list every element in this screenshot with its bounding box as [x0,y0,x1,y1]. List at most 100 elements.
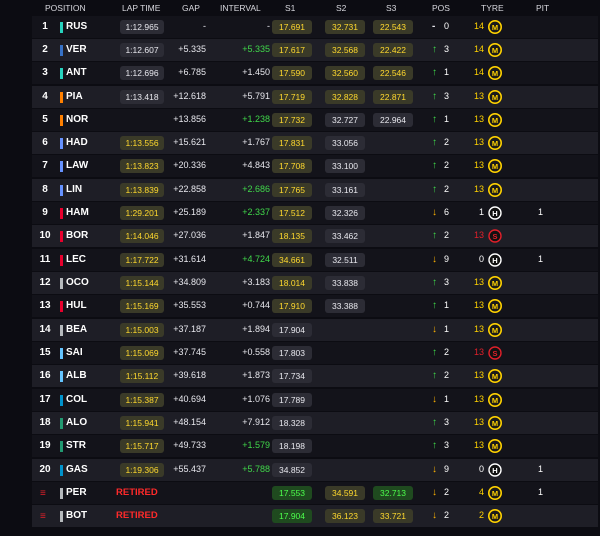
driver-code[interactable]: STR [66,440,86,451]
sector-s2: 32.727 [325,113,365,127]
team-color-bar [60,231,63,242]
position-change: 3 [444,44,450,54]
lap-time: 1:12.607 [120,43,164,57]
team-color-bar [60,208,63,219]
driver-code[interactable]: GAS [66,464,88,475]
team-color-bar [60,348,63,359]
header-gap[interactable]: GAP [182,3,200,13]
driver-code[interactable]: NOR [66,114,88,125]
table-row[interactable]: 7 LAW 1:13.823 +20.336 +4.843 17.708 33.100 ↑ 2 1… [32,155,598,177]
position-change: 2 [444,137,450,147]
table-row[interactable]: 12 OCO 1:15.144 +34.809 +3.183 18.014 33.838 ↑ 3… [32,272,598,294]
header-position[interactable]: POSITION [45,3,86,13]
header-s1[interactable]: S1 [285,3,295,13]
header-s3[interactable]: S3 [386,3,396,13]
driver-code[interactable]: SAI [66,347,83,358]
sector-s1: 17.789 [272,393,312,407]
position-number: 1 [42,21,48,32]
retired-menu-icon[interactable]: ≡ [40,488,46,499]
header-lap-time[interactable]: LAP TIME [122,3,160,13]
arrow-up-icon: ↑ [432,370,437,381]
driver-code[interactable]: RUS [66,21,87,32]
table-row[interactable]: ≡ PER RETIRED 17.553 34.591 32.713 ↓ 2 4 M 1 [32,482,598,504]
header-pos[interactable]: POS [432,3,450,13]
gap-value: +12.618 [173,91,206,101]
tyre-laps: 4 [478,487,484,497]
team-color-bar [60,325,63,336]
driver-code[interactable]: BOR [66,230,88,241]
header-pit[interactable]: PIT [536,3,549,13]
driver-code[interactable]: HAD [66,137,88,148]
table-row[interactable]: 16 ALB 1:15.112 +39.618 +1.873 17.734 ↑ 2 13 M [32,365,598,387]
table-row[interactable]: 15 SAI 1:15.069 +37.745 +0.558 17.803 ↑ 2 13 S [32,342,598,364]
driver-code[interactable]: ALO [66,417,87,428]
tyre-laps: 13 [473,347,484,357]
sector-s1: 17.512 [272,206,312,220]
table-row[interactable]: 13 HUL 1:15.169 +35.553 +0.744 17.910 33.388 ↑ 1… [32,295,598,317]
gap-value: +37.745 [173,347,206,357]
table-row[interactable]: 2 VER 1:12.607 +5.335 +5.335 17.617 32.568 22.4… [32,39,598,61]
svg-text:M: M [492,69,498,78]
medium-tyre-icon: M [488,486,502,500]
driver-code[interactable]: ANT [66,67,87,78]
position-number: 8 [42,184,48,195]
driver-code[interactable]: HAM [66,207,89,218]
table-row[interactable]: 20 GAS 1:19.306 +55.437 +5.788 34.852 ↓ 9 0 H 1 [32,459,598,481]
table-row[interactable]: 8 LIN 1:13.839 +22.858 +2.686 17.765 33.161 ↑ 2 1… [32,179,598,201]
position-change: 9 [444,254,450,264]
table-row[interactable]: 1 RUS 1:12.965- -17.691 32.731 22.543-0 14 M [32,16,598,38]
medium-tyre-icon: M [488,183,502,197]
tyre-laps: 14 [473,21,484,31]
table-header: POSITION LAP TIME GAP INTERVAL S1 S2 S3 … [0,0,600,15]
table-row[interactable]: 19 STR 1:15.717 +49.733 +1.579 18.198 ↑ 3 13 M [32,435,598,457]
interval-value: +1.579 [242,440,270,450]
driver-code[interactable]: COL [66,394,87,405]
driver-code[interactable]: LEC [66,254,86,265]
medium-tyre-icon: M [488,20,502,34]
table-row[interactable]: 18 ALO 1:15.941 +48.154 +7.912 18.328 ↑ 3 13 M [32,412,598,434]
table-row[interactable]: 4 PIA 1:13.418 +12.618 +5.791 17.719 32.828 22.… [32,86,598,108]
position-change: 2 [444,487,450,497]
gap-value: +48.154 [173,417,206,427]
table-row[interactable]: 14 BEA 1:15.003 +37.187 +1.894 17.904 ↓ 1 13 M [32,319,598,341]
driver-code[interactable]: BEA [66,324,87,335]
tyre-laps: 13 [473,417,484,427]
sector-s3: 22.546 [373,66,413,80]
tyre-laps: 0 [478,254,484,264]
position-number: 7 [42,160,48,171]
table-row[interactable]: 3 ANT 1:12.696 +6.785 +1.450 17.590 32.560 22.5… [32,62,598,84]
team-color-bar [60,68,63,79]
interval-value: +1.238 [242,114,270,124]
table-row[interactable]: 9 HAM 1:29.201 +25.189 +2.337 17.512 32.326 ↓ 6 1… [32,202,598,224]
position-number: 13 [39,300,51,311]
position-change: 2 [444,160,450,170]
table-row[interactable]: 5 NOR +13.856 +1.238 17.732 32.727 22.964 ↑ 1 13 M [32,109,598,131]
table-row[interactable]: 10 BOR 1:14.046 +27.036 +1.847 18.135 33.462 ↑ 2… [32,225,598,247]
driver-code[interactable]: PER [66,487,87,498]
arrow-up-icon: ↑ [432,91,437,102]
header-interval[interactable]: INTERVAL [220,3,261,13]
lap-time: 1:15.717 [120,439,164,453]
driver-code[interactable]: ALB [66,370,87,381]
tyre-laps: 13 [473,440,484,450]
driver-code[interactable]: PIA [66,91,83,102]
header-s2[interactable]: S2 [336,3,346,13]
driver-code[interactable]: VER [66,44,87,55]
driver-code[interactable]: LAW [66,160,88,171]
table-row[interactable]: 6 HAD 1:13.556 +15.621 +1.767 17.831 33.056 ↑ 2 1… [32,132,598,154]
table-row[interactable]: ≡ BOT RETIRED 17.904 36.123 33.721 ↓ 2 2 M [32,505,598,527]
arrow-up-icon: ↑ [432,114,437,125]
retired-menu-icon[interactable]: ≡ [40,511,46,522]
driver-code[interactable]: HUL [66,300,87,311]
position-number: 5 [42,114,48,125]
table-row[interactable]: 11 LEC 1:17.722 +31.614 +4.724 34.661 32.511 ↓ 9… [32,249,598,271]
driver-code[interactable]: OCO [66,277,89,288]
driver-code[interactable]: BOT [66,510,87,521]
svg-text:H: H [492,256,497,265]
sector-s2: 33.388 [325,299,365,313]
table-row[interactable]: 17 COL 1:15.387 +40.694 +1.076 17.789 ↓ 1 13 M [32,389,598,411]
driver-code[interactable]: LIN [66,184,82,195]
header-tyre[interactable]: TYRE [481,3,504,13]
svg-text:H: H [492,466,497,475]
sector-s3: 22.543 [373,20,413,34]
